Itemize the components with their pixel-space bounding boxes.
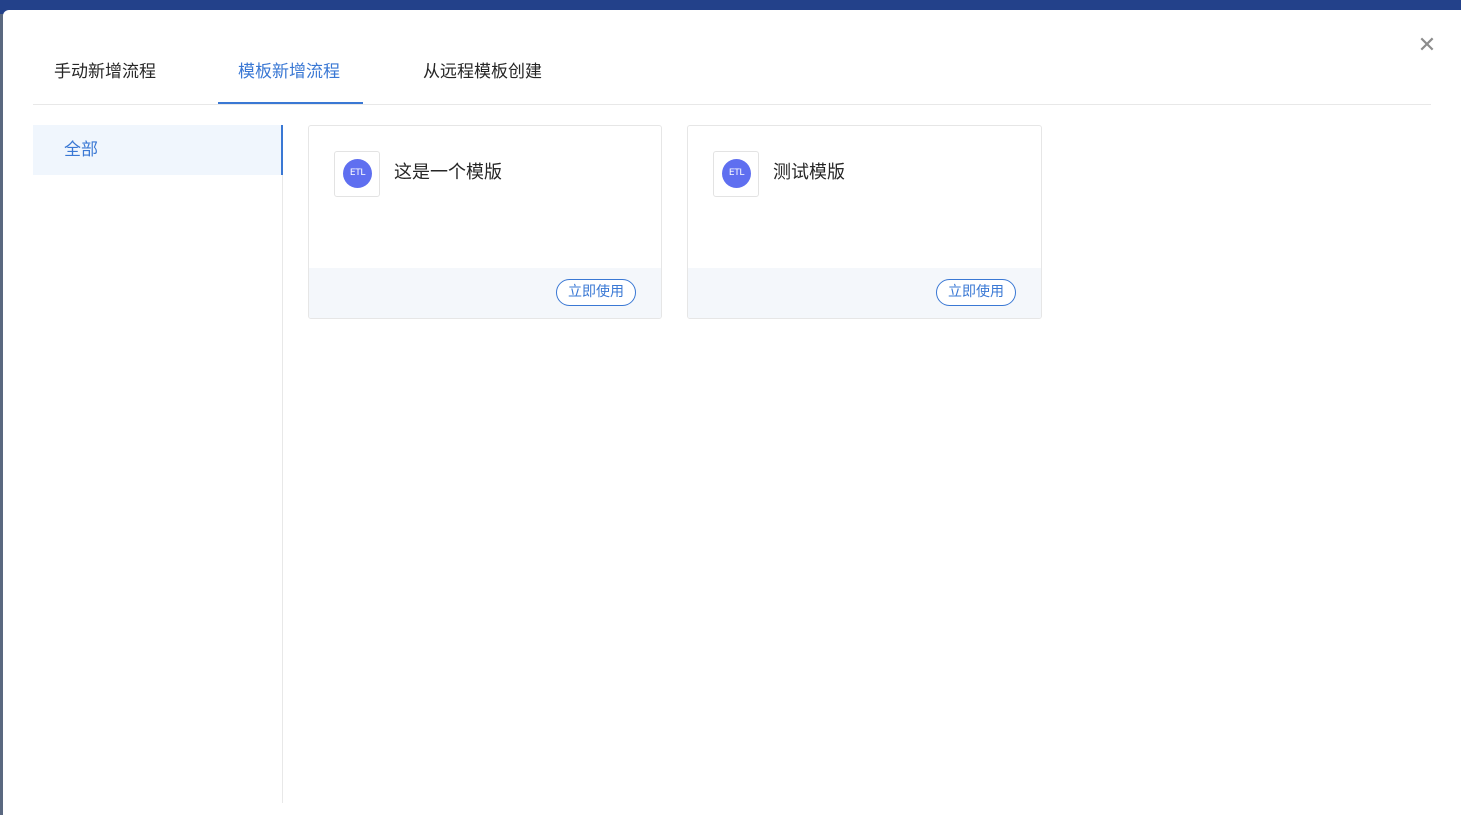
tab-bar: 手动新增流程 模板新增流程 从远程模板创建: [33, 40, 1431, 105]
sidebar-item-label: 全部: [64, 140, 98, 160]
tab-remote-template-create[interactable]: 从远程模板创建: [423, 60, 542, 104]
sidebar-item-all[interactable]: 全部: [33, 125, 283, 175]
use-template-button[interactable]: 立即使用: [556, 279, 636, 306]
tab-template-create[interactable]: 模板新增流程: [238, 60, 340, 104]
template-title: 测试模版: [773, 162, 845, 183]
template-card-footer: 立即使用: [309, 268, 661, 318]
etl-icon-badge: ETL: [343, 159, 372, 188]
use-template-button[interactable]: 立即使用: [936, 279, 1016, 306]
tab-manual-create[interactable]: 手动新增流程: [54, 60, 156, 104]
template-title: 这是一个模版: [394, 162, 502, 183]
category-sidebar: 全部: [33, 125, 283, 803]
template-card[interactable]: ETL 这是一个模版 立即使用: [308, 125, 662, 319]
active-tab-indicator: [218, 102, 363, 104]
template-card-footer: 立即使用: [688, 268, 1041, 318]
etl-icon-badge: ETL: [722, 159, 751, 188]
etl-icon: ETL: [713, 151, 759, 197]
sidebar-active-indicator: [281, 125, 283, 175]
new-flow-dialog: ✕ 手动新增流程 模板新增流程 从远程模板创建 全部 ETL 这是一个模版 立即…: [3, 10, 1461, 815]
etl-icon: ETL: [334, 151, 380, 197]
template-card[interactable]: ETL 测试模版 立即使用: [687, 125, 1042, 319]
